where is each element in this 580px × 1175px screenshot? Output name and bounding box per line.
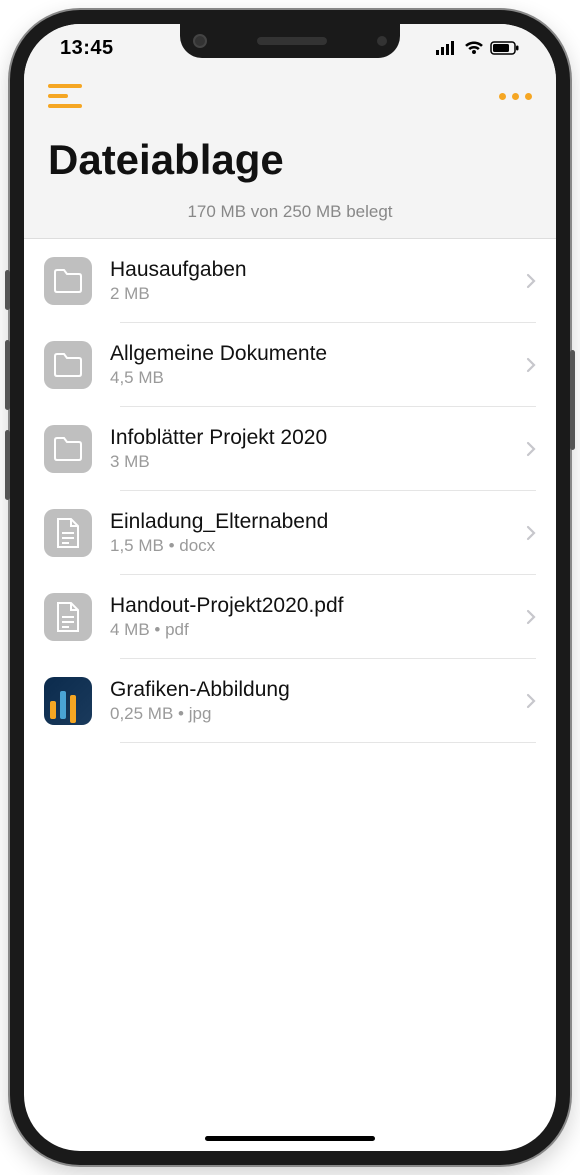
power-button <box>570 350 575 450</box>
item-meta: 2 MB <box>110 284 508 304</box>
list-item[interactable]: Allgemeine Dokumente 4,5 MB <box>24 323 556 407</box>
chevron-right-icon <box>526 525 536 541</box>
item-name: Allgemeine Dokumente <box>110 342 508 366</box>
chevron-right-icon <box>526 273 536 289</box>
volume-down <box>5 430 10 500</box>
item-name: Einladung_Elternabend <box>110 510 508 534</box>
device-frame: 13:45 <box>10 10 570 1165</box>
status-icons <box>436 41 520 55</box>
file-list: Hausaufgaben 2 MB Allgemeine Dokumente 4… <box>24 239 556 743</box>
list-item[interactable]: Hausaufgaben 2 MB <box>24 239 556 323</box>
chevron-right-icon <box>526 693 536 709</box>
status-time: 13:45 <box>60 37 114 60</box>
mute-switch <box>5 270 10 310</box>
more-button[interactable] <box>499 93 532 100</box>
image-thumbnail <box>44 677 92 725</box>
list-item[interactable]: Grafiken-Abbildung 0,25 MB • jpg <box>24 659 556 743</box>
list-item[interactable]: Infoblätter Projekt 2020 3 MB <box>24 407 556 491</box>
item-name: Hausaufgaben <box>110 258 508 282</box>
folder-icon <box>44 341 92 389</box>
folder-icon <box>44 425 92 473</box>
item-meta: 3 MB <box>110 452 508 472</box>
device-notch <box>180 24 400 58</box>
volume-up <box>5 340 10 410</box>
folder-icon <box>44 257 92 305</box>
chevron-right-icon <box>526 357 536 373</box>
chevron-right-icon <box>526 609 536 625</box>
wifi-icon <box>464 41 484 55</box>
header: Dateiablage 170 MB von 250 MB belegt <box>24 72 556 239</box>
menu-button[interactable] <box>48 84 82 108</box>
battery-icon <box>490 41 520 55</box>
item-name: Grafiken-Abbildung <box>110 678 508 702</box>
document-icon <box>44 509 92 557</box>
chevron-right-icon <box>526 441 536 457</box>
item-meta: 4,5 MB <box>110 368 508 388</box>
storage-usage: 170 MB von 250 MB belegt <box>44 202 536 222</box>
item-name: Infoblätter Projekt 2020 <box>110 426 508 450</box>
document-icon <box>44 593 92 641</box>
item-meta: 1,5 MB • docx <box>110 536 508 556</box>
cellular-icon <box>436 41 458 55</box>
home-indicator[interactable] <box>205 1136 375 1141</box>
item-name: Handout-Projekt2020.pdf <box>110 594 508 618</box>
item-meta: 4 MB • pdf <box>110 620 508 640</box>
list-item[interactable]: Einladung_Elternabend 1,5 MB • docx <box>24 491 556 575</box>
item-meta: 0,25 MB • jpg <box>110 704 508 724</box>
page-title: Dateiablage <box>44 136 536 184</box>
list-item[interactable]: Handout-Projekt2020.pdf 4 MB • pdf <box>24 575 556 659</box>
